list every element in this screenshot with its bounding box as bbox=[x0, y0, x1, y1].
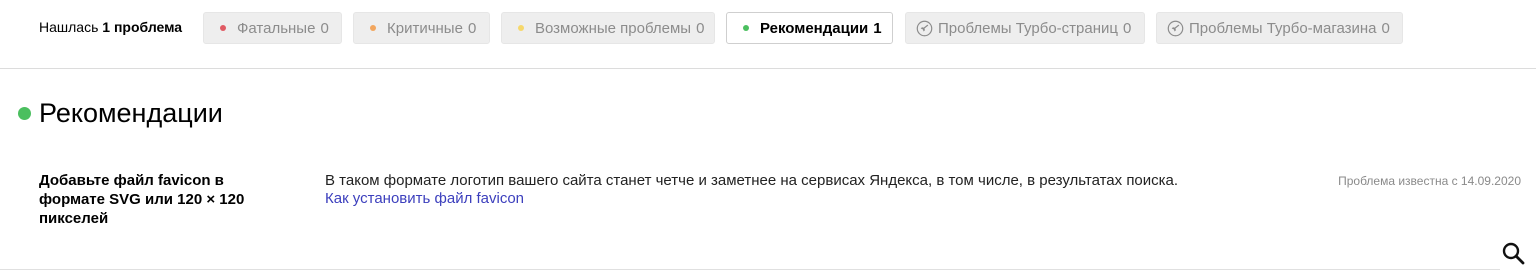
possible-dot-icon bbox=[518, 25, 524, 31]
section-title: Рекомендации bbox=[39, 98, 223, 128]
rocket-icon bbox=[916, 20, 933, 36]
issue-description: В таком формате логотип вашего сайта ста… bbox=[325, 172, 1179, 189]
filter-recommendations[interactable]: Рекомендации 1 bbox=[726, 12, 893, 44]
filter-count: 0 bbox=[467, 19, 477, 37]
filter-count: 0 bbox=[320, 19, 329, 37]
issue-filter-bar: Нашлась 1 проблема Фатальные 0 Критичные… bbox=[0, 0, 1536, 69]
filter-critical[interactable]: Критичные 0 bbox=[353, 12, 490, 44]
filter-possible[interactable]: Возможные проблемы 0 bbox=[501, 12, 715, 44]
filter-label: Проблемы Турбо-магазина bbox=[1189, 19, 1377, 37]
filter-turbo-shop[interactable]: Проблемы Турбо-магазина 0 bbox=[1156, 12, 1403, 44]
search-icon bbox=[1502, 242, 1525, 265]
filter-fatal[interactable]: Фатальные 0 bbox=[203, 12, 342, 44]
filter-label: Фатальные bbox=[237, 19, 316, 37]
recommendations-dot-icon bbox=[18, 106, 31, 120]
summary-prefix: Нашлась bbox=[39, 19, 99, 35]
filter-count: 0 bbox=[1381, 19, 1390, 37]
summary-count: 1 проблема bbox=[102, 19, 183, 35]
section-header: Рекомендации bbox=[18, 96, 223, 130]
issues-summary: Нашлась 1 проблема bbox=[39, 19, 182, 36]
filter-label: Проблемы Турбо-страниц bbox=[938, 19, 1118, 37]
filter-count: 0 bbox=[696, 19, 705, 37]
recommendations-dot-icon bbox=[743, 25, 749, 31]
filter-label: Возможные проблемы bbox=[535, 19, 692, 37]
issue-known-since: Проблема известна с 14.09.2020 bbox=[1338, 174, 1521, 188]
favicon-help-link[interactable]: Как установить файл favicon bbox=[325, 190, 524, 208]
issue-title: Добавьте файл favicon в формате SVG или … bbox=[39, 172, 245, 227]
filter-label: Рекомендации bbox=[760, 19, 869, 37]
critical-dot-icon bbox=[370, 25, 376, 31]
fatal-dot-icon bbox=[220, 25, 226, 31]
rocket-icon bbox=[1167, 20, 1184, 36]
divider bbox=[0, 269, 1500, 270]
filter-count: 1 bbox=[873, 19, 882, 37]
filter-label: Критичные bbox=[387, 19, 463, 37]
filter-turbo-pages[interactable]: Проблемы Турбо-страниц 0 bbox=[905, 12, 1145, 44]
filter-count: 0 bbox=[1122, 19, 1132, 37]
search-button[interactable] bbox=[1500, 240, 1528, 268]
